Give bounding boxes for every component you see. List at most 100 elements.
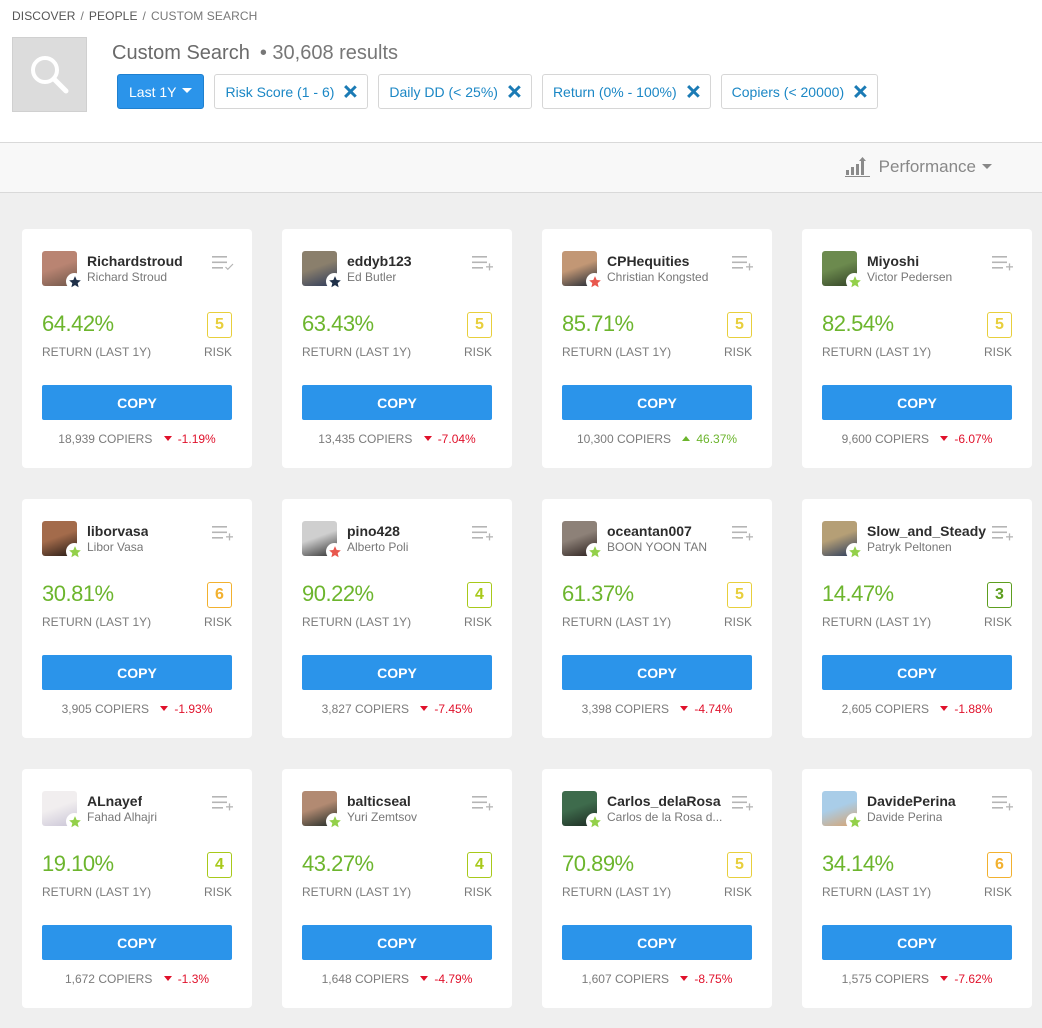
copiers-label: COPIERS [874, 702, 929, 716]
trader-card-liborvasa[interactable]: liborvasa Libor Vasa 30.81% RETURN (LAST… [22, 499, 252, 738]
close-icon[interactable] [687, 85, 700, 98]
trader-username[interactable]: pino428 [347, 523, 400, 539]
caret-down-icon [182, 88, 193, 93]
trader-username[interactable]: Richardstroud [87, 253, 183, 269]
return-value: 82.54% [822, 311, 894, 336]
copy-button[interactable]: COPY [822, 385, 1012, 420]
trader-username[interactable]: CPHequities [607, 253, 689, 269]
trader-card-eddyb123[interactable]: eddyb123 Ed Butler 63.43% RETURN (LAST 1… [282, 229, 512, 468]
return-value: 61.37% [562, 581, 634, 606]
trader-card-davideperina[interactable]: DavidePerina Davide Perina 34.14% RETURN… [802, 769, 1032, 1008]
close-icon[interactable] [854, 85, 867, 98]
triangle-down-icon [423, 436, 432, 441]
trader-full-name: Libor Vasa [87, 540, 144, 554]
close-icon[interactable] [508, 85, 521, 98]
triangle-down-icon [163, 436, 172, 441]
trader-username[interactable]: Carlos_delaRosa [607, 793, 721, 809]
risk-label: RISK [723, 615, 752, 629]
risk-label: RISK [723, 345, 752, 359]
copiers-count: 1,648 [321, 972, 352, 986]
add-to-watchlist-icon[interactable] [992, 795, 1014, 816]
breadcrumb: DISCOVER / PEOPLE / CUSTOM SEARCH [12, 9, 257, 23]
copiers-change: -1.88% [954, 702, 993, 716]
trader-card-cphequities[interactable]: CPHequities Christian Kongsted 85.71% RE… [542, 229, 772, 468]
add-to-watchlist-icon[interactable] [992, 525, 1014, 546]
trader-card-miyoshi[interactable]: Miyoshi Victor Pedersen 82.54% RETURN (L… [802, 229, 1032, 468]
trader-card-pino428[interactable]: pino428 Alberto Poli 90.22% RETURN (LAST… [282, 499, 512, 738]
copiers-count: 2,605 [841, 702, 872, 716]
star-icon [848, 815, 861, 827]
filter-chip-daily-dd[interactable]: Daily DD (< 25%) [378, 74, 532, 109]
copiers-change: -4.79% [434, 972, 473, 986]
star-badge [586, 813, 603, 830]
copy-button[interactable]: COPY [562, 385, 752, 420]
add-to-watchlist-icon[interactable] [472, 255, 494, 276]
risk-score-badge: 5 [727, 582, 752, 608]
copy-button[interactable]: COPY [822, 925, 1012, 960]
add-to-watchlist-icon[interactable] [472, 525, 494, 546]
filter-chip-label: Return (0% - 100%) [552, 83, 677, 100]
copiers-label: COPIERS [98, 972, 153, 986]
copiers-change: -4.74% [694, 702, 733, 716]
filter-chip-return[interactable]: Return (0% - 100%) [541, 74, 711, 109]
add-to-watchlist-icon[interactable] [212, 795, 234, 816]
copy-button[interactable]: COPY [562, 925, 752, 960]
trader-username[interactable]: balticseal [347, 793, 411, 809]
add-to-watchlist-icon[interactable] [732, 795, 754, 816]
triangle-up-icon [682, 436, 691, 441]
copy-button[interactable]: COPY [302, 655, 492, 690]
risk-score-badge: 4 [467, 852, 492, 878]
return-label: RETURN (LAST 1Y) [42, 615, 152, 629]
copy-button[interactable]: COPY [302, 385, 492, 420]
copy-button[interactable]: COPY [42, 925, 232, 960]
copiers-change: -1.93% [174, 702, 213, 716]
add-to-watchlist-icon[interactable] [992, 255, 1014, 276]
risk-score-badge: 5 [987, 312, 1012, 338]
breadcrumb-discover[interactable]: DISCOVER [12, 9, 75, 23]
trader-username[interactable]: DavidePerina [867, 793, 956, 809]
trader-card-oceantan007[interactable]: oceantan007 BOON YOON TAN 61.37% RETURN … [542, 499, 772, 738]
trader-username[interactable]: oceantan007 [607, 523, 692, 539]
copiers-change: -8.75% [694, 972, 733, 986]
filter-chip-copiers[interactable]: Copiers (< 20000) [720, 74, 879, 109]
return-value: 43.27% [302, 851, 374, 876]
add-to-watchlist-icon[interactable] [732, 255, 754, 276]
sort-dropdown[interactable]: Performance [844, 157, 992, 177]
trader-card-slow_and_steady[interactable]: Slow_and_Steady Patryk Peltonen 14.47% R… [802, 499, 1032, 738]
close-icon[interactable] [344, 85, 357, 98]
star-badge [326, 273, 343, 290]
copy-button[interactable]: COPY [822, 655, 1012, 690]
add-to-watchlist-icon[interactable] [732, 525, 754, 546]
triangle-down-icon [940, 976, 949, 981]
filter-chip-risk-score[interactable]: Risk Score (1 - 6) [214, 74, 369, 109]
trader-card-carlos_delarosa[interactable]: Carlos_delaRosa Carlos de la Rosa d... 7… [542, 769, 772, 1008]
return-label: RETURN (LAST 1Y) [822, 615, 932, 629]
triangle-down-icon [420, 706, 429, 711]
star-icon [848, 275, 861, 287]
trader-username[interactable]: liborvasa [87, 523, 148, 539]
copy-button[interactable]: COPY [302, 925, 492, 960]
copiers-count: 9,600 [841, 432, 872, 446]
copy-button[interactable]: COPY [42, 385, 232, 420]
breadcrumb-people[interactable]: PEOPLE [89, 9, 138, 23]
copy-button[interactable]: COPY [562, 655, 752, 690]
copiers-label: COPIERS [98, 432, 153, 446]
copiers-change: -7.04% [437, 432, 476, 446]
copiers-count: 13,435 [318, 432, 355, 446]
risk-score-badge: 5 [727, 312, 752, 338]
add-to-watchlist-icon[interactable] [212, 525, 234, 546]
copy-button[interactable]: COPY [42, 655, 232, 690]
return-value: 34.14% [822, 851, 894, 876]
period-dropdown[interactable]: Last 1Y [117, 74, 205, 109]
trader-card-alnayef[interactable]: ALnayef Fahad Alhajri 19.10% RETURN (LAS… [22, 769, 252, 1008]
copiers-label: COPIERS [354, 972, 409, 986]
trader-card-richardstroud[interactable]: Richardstroud Richard Stroud 64.42% RETU… [22, 229, 252, 468]
copiers-count: 3,398 [581, 702, 612, 716]
trader-username[interactable]: ALnayef [87, 793, 142, 809]
watchlist-added-icon[interactable] [212, 255, 234, 276]
trader-username[interactable]: eddyb123 [347, 253, 412, 269]
add-to-watchlist-icon[interactable] [472, 795, 494, 816]
trader-card-balticseal[interactable]: balticseal Yuri Zemtsov 43.27% RETURN (L… [282, 769, 512, 1008]
trader-username[interactable]: Slow_and_Steady [867, 523, 986, 539]
trader-username[interactable]: Miyoshi [867, 253, 919, 269]
